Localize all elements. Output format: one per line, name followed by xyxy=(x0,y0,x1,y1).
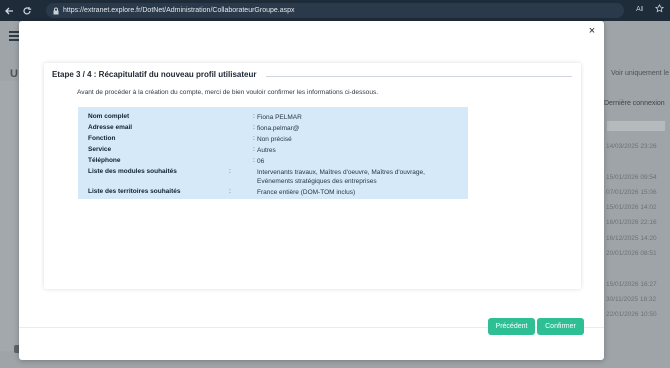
summary-colon: : xyxy=(253,157,255,164)
summary-colon: : xyxy=(229,168,231,175)
summary-value: Non précisé xyxy=(257,136,292,143)
title-divider xyxy=(266,76,572,77)
reload-icon[interactable] xyxy=(18,0,36,21)
svg-text:A: A xyxy=(636,5,641,13)
background-filter-input xyxy=(606,120,666,132)
summary-value: Fiona PELMAR xyxy=(257,114,302,121)
summary-value: Autres xyxy=(257,147,276,154)
summary-label: Fonction xyxy=(88,135,116,142)
background-date: 14/03/2025 23:26 xyxy=(606,143,657,150)
intro-text: Avant de procéder à la création du compt… xyxy=(77,89,379,96)
summary-label: Adresse email xyxy=(88,124,133,131)
previous-button[interactable]: Précédent xyxy=(488,318,535,335)
background-date: 07/01/2026 15:06 xyxy=(606,188,657,196)
background-date-column: 14/03/2025 23:26 15/01/2026 09:54 07/01/… xyxy=(606,139,670,323)
background-sidebar xyxy=(0,81,20,351)
background-voir-link: Voir uniquement le xyxy=(611,70,669,77)
background-date: 15/01/2026 14:02 xyxy=(606,204,657,212)
background-date: 16/12/2025 14:20 xyxy=(606,234,657,242)
create-profile-modal: × Etape 3 / 4 : Récapitulatif du nouveau… xyxy=(19,21,604,360)
summary-label: Nom complet xyxy=(88,113,130,120)
summary-label: Liste des modules souhaités xyxy=(88,168,177,175)
background-page-title: U xyxy=(10,68,18,80)
summary-value: Intervenants travaux, Maîtres d'oeuvre, … xyxy=(257,169,425,185)
summary-colon: : xyxy=(253,113,255,120)
background-date: 20/01/2026 08:51 xyxy=(606,250,657,258)
background-column-header: Dernière connexion xyxy=(604,100,665,107)
summary-row: Liste des modules souhaités : Intervenan… xyxy=(88,168,458,187)
step-title: Etape 3 / 4 : Récapitulatif du nouveau p… xyxy=(52,70,257,79)
background-date xyxy=(606,154,670,169)
summary-colon: : xyxy=(253,146,255,153)
summary-panel: Nom complet : Fiona PELMAR Adresse email… xyxy=(78,107,468,199)
background-date: 15/01/2026 16:27 xyxy=(606,280,657,288)
summary-value: 06 xyxy=(257,158,265,165)
summary-label: Service xyxy=(88,146,112,153)
background-date: 15/01/2026 09:54 xyxy=(606,173,657,181)
url-text: https://extranet.explore.fr/DotNet/Admin… xyxy=(63,7,295,14)
browser-toolbar: https://extranet.explore.fr/DotNet/Admin… xyxy=(0,0,670,21)
confirm-button[interactable]: Confirmer xyxy=(537,318,584,335)
back-arrow-icon[interactable] xyxy=(0,0,18,21)
summary-value: France entière (DOM-TOM inclus) xyxy=(257,189,356,196)
address-bar[interactable]: https://extranet.explore.fr/DotNet/Admin… xyxy=(46,3,624,18)
lock-icon xyxy=(52,7,60,15)
summary-colon: : xyxy=(253,135,255,142)
background-date xyxy=(606,261,670,276)
hamburger-menu-icon xyxy=(9,31,19,41)
background-date: 16/01/2026 22:16 xyxy=(606,219,657,227)
step-card: Etape 3 / 4 : Récapitulatif du nouveau p… xyxy=(44,63,581,289)
summary-label: Liste des territoires souhaités xyxy=(88,188,181,195)
close-icon[interactable]: × xyxy=(586,24,598,38)
summary-colon: : xyxy=(253,124,255,131)
summary-colon: : xyxy=(229,188,231,195)
summary-value: fiona.pelmar@ xyxy=(257,125,300,132)
read-aloud-icon[interactable]: A xyxy=(636,4,645,15)
background-date: 22/01/2026 10:50 xyxy=(606,311,657,319)
background-date: 30/11/2025 18:32 xyxy=(606,295,657,303)
favorite-star-icon[interactable] xyxy=(655,3,664,15)
summary-label: Téléphone xyxy=(88,157,121,164)
